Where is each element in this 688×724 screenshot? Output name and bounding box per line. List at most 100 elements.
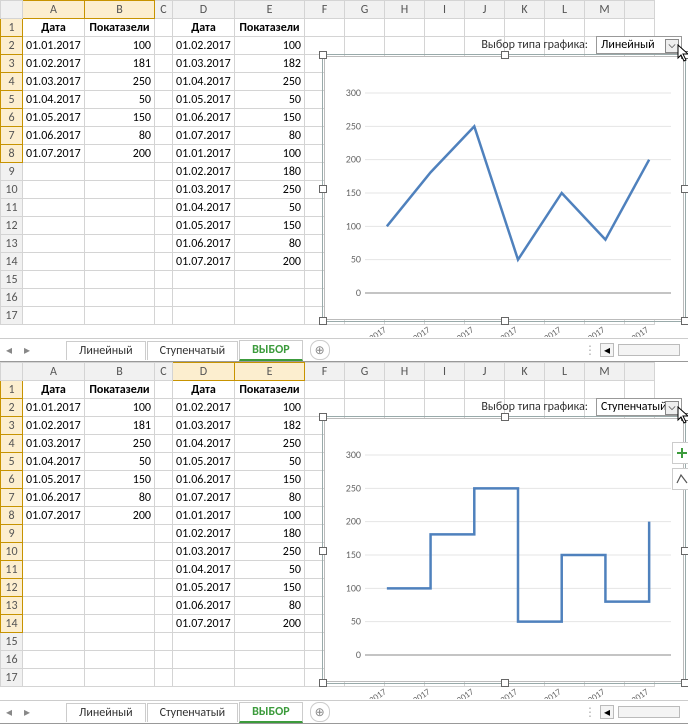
cell[interactable]: 01.07.2017 — [173, 127, 235, 145]
cell[interactable] — [545, 381, 585, 399]
cell[interactable]: 01.03.2017 — [23, 73, 85, 91]
cell[interactable] — [155, 381, 173, 399]
cell[interactable]: 250 — [235, 181, 305, 199]
col-header-D[interactable]: D — [173, 363, 235, 381]
select-all-corner[interactable] — [1, 1, 23, 19]
row-header[interactable]: 14 — [1, 615, 23, 633]
cell[interactable]: 200 — [235, 253, 305, 271]
cell[interactable] — [625, 19, 655, 37]
cell[interactable]: 250 — [235, 435, 305, 453]
cell[interactable] — [23, 181, 85, 199]
col-header-L[interactable]: L — [545, 363, 585, 381]
scroll-track[interactable] — [618, 344, 680, 356]
col-header-A[interactable]: A — [23, 1, 85, 19]
cell[interactable]: 250 — [235, 73, 305, 91]
cell[interactable] — [155, 579, 173, 597]
chart-styles-button[interactable] — [672, 468, 688, 490]
cell[interactable] — [173, 307, 235, 325]
cell[interactable]: 50 — [235, 453, 305, 471]
cell[interactable] — [385, 37, 425, 55]
cell[interactable]: 50 — [235, 91, 305, 109]
row-header[interactable]: 4 — [1, 435, 23, 453]
cell[interactable]: 80 — [235, 489, 305, 507]
cell[interactable]: 50 — [235, 561, 305, 579]
cell[interactable]: 01.07.2017 — [23, 145, 85, 163]
col-header-A[interactable]: A — [23, 363, 85, 381]
cell[interactable]: 01.05.2017 — [173, 579, 235, 597]
cell[interactable] — [155, 651, 173, 669]
cell[interactable]: 01.04.2017 — [173, 199, 235, 217]
col-header-G[interactable]: G — [345, 1, 385, 19]
cell[interactable]: 01.04.2017 — [23, 453, 85, 471]
row-header[interactable]: 10 — [1, 181, 23, 199]
cell[interactable]: Дата — [173, 381, 235, 399]
cell[interactable]: 01.02.2017 — [23, 417, 85, 435]
row-header[interactable]: 6 — [1, 471, 23, 489]
cell[interactable] — [85, 615, 155, 633]
cell[interactable]: 01.07.2017 — [23, 507, 85, 525]
add-sheet-button[interactable]: ⊕ — [310, 702, 330, 722]
cell[interactable]: 50 — [235, 199, 305, 217]
cell[interactable]: 01.06.2017 — [23, 489, 85, 507]
cell[interactable] — [23, 633, 85, 651]
cell[interactable]: 100 — [85, 37, 155, 55]
col-header-H[interactable]: H — [385, 1, 425, 19]
cell[interactable] — [23, 217, 85, 235]
cell[interactable] — [155, 145, 173, 163]
cell[interactable] — [85, 597, 155, 615]
cell[interactable] — [155, 181, 173, 199]
row-header[interactable]: 16 — [1, 289, 23, 307]
cell[interactable]: 01.05.2017 — [173, 217, 235, 235]
cell[interactable]: 250 — [85, 73, 155, 91]
col-header-N[interactable] — [625, 363, 655, 381]
cell[interactable]: 01.07.2017 — [173, 489, 235, 507]
cell[interactable]: Покатазели — [235, 19, 305, 37]
row-header[interactable]: 5 — [1, 91, 23, 109]
cell[interactable]: Дата — [23, 381, 85, 399]
cell[interactable]: 01.02.2017 — [173, 399, 235, 417]
tab-select[interactable]: ВЫБОР — [239, 702, 302, 723]
cell[interactable] — [173, 651, 235, 669]
row-header[interactable]: 17 — [1, 307, 23, 325]
scroll-track[interactable] — [618, 706, 680, 718]
row-header[interactable]: 11 — [1, 199, 23, 217]
cell[interactable] — [425, 37, 465, 55]
cell[interactable]: Дата — [23, 19, 85, 37]
row-header[interactable]: 11 — [1, 561, 23, 579]
cell[interactable] — [85, 633, 155, 651]
cell[interactable] — [85, 163, 155, 181]
chart-type-dropdown[interactable]: Ступенчатый — [596, 398, 682, 416]
cell[interactable] — [155, 307, 173, 325]
col-header-M[interactable]: M — [585, 1, 625, 19]
chart-elements-button[interactable] — [672, 442, 688, 464]
cell[interactable] — [23, 669, 85, 687]
cell[interactable]: 150 — [85, 109, 155, 127]
cell[interactable]: 01.01.2017 — [23, 37, 85, 55]
cell[interactable] — [505, 19, 545, 37]
cell[interactable] — [85, 525, 155, 543]
row-header[interactable]: 2 — [1, 399, 23, 417]
cell[interactable]: 181 — [85, 417, 155, 435]
cell[interactable] — [155, 91, 173, 109]
cell[interactable] — [155, 271, 173, 289]
cell[interactable] — [155, 399, 173, 417]
col-header-F[interactable]: F — [305, 1, 345, 19]
tab-nav-prev[interactable]: ▸ — [19, 342, 35, 358]
row-header[interactable]: 9 — [1, 163, 23, 181]
cell[interactable] — [85, 669, 155, 687]
cell[interactable]: 01.04.2017 — [173, 73, 235, 91]
cell[interactable] — [155, 217, 173, 235]
cell[interactable] — [425, 399, 465, 417]
cell[interactable] — [235, 307, 305, 325]
cell[interactable] — [23, 307, 85, 325]
cell[interactable] — [155, 435, 173, 453]
horizontal-scrollbar[interactable]: ⋮ ◂ — [584, 705, 680, 720]
col-header-E[interactable]: E — [235, 363, 305, 381]
cell[interactable]: 01.04.2017 — [23, 91, 85, 109]
horizontal-scrollbar[interactable]: ⋮ ◂ — [584, 343, 680, 358]
cell[interactable] — [305, 381, 345, 399]
cell[interactable] — [85, 199, 155, 217]
row-header[interactable]: 6 — [1, 109, 23, 127]
row-header[interactable]: 13 — [1, 235, 23, 253]
cell[interactable] — [85, 651, 155, 669]
